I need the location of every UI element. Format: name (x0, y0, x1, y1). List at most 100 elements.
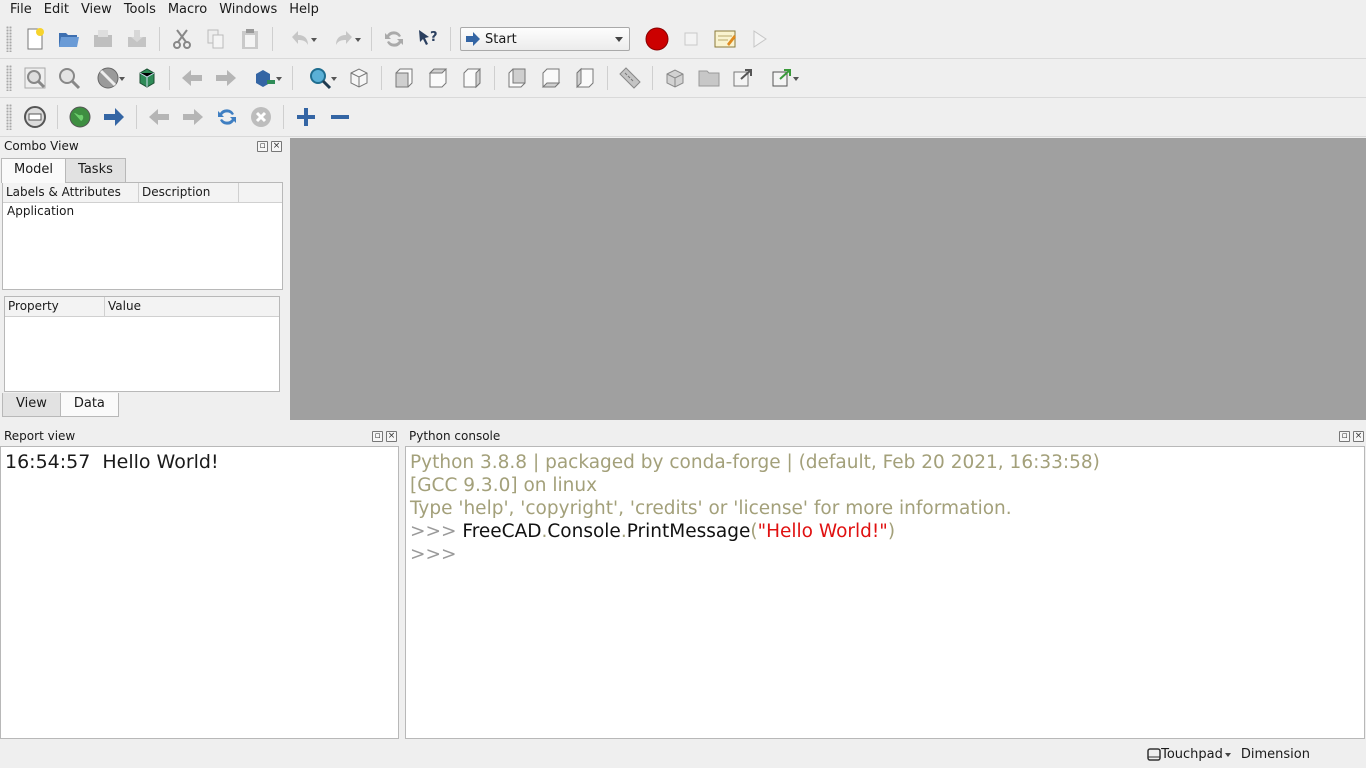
report-view-panel: Report view ▫ × 16:54:57 Hello World! (0, 428, 400, 739)
back-view-button[interactable] (177, 63, 207, 93)
close-icon[interactable]: × (271, 141, 282, 152)
fit-all-icon (24, 67, 46, 89)
web-stop-button[interactable] (246, 102, 276, 132)
draw-style-button[interactable] (88, 63, 128, 93)
bounding-box-button[interactable] (132, 63, 162, 93)
front-view-button[interactable] (389, 63, 419, 93)
units-label[interactable]: Dimension (1241, 747, 1310, 762)
toolbar-grip[interactable] (6, 104, 12, 130)
copy-button[interactable] (201, 24, 231, 54)
isometric-view-button[interactable] (344, 63, 374, 93)
save-as-button[interactable] (122, 24, 152, 54)
menu-windows[interactable]: Windows (213, 0, 283, 20)
dock-buttons: ▫ × (1339, 431, 1364, 442)
redo-button[interactable] (324, 24, 364, 54)
python-console-editor[interactable]: Python 3.8.8 | packaged by conda-forge |… (405, 446, 1365, 739)
toolbar-separator (494, 66, 495, 90)
close-icon[interactable]: × (386, 431, 397, 442)
web-forward-button[interactable] (178, 102, 208, 132)
float-icon[interactable]: ▫ (257, 141, 268, 152)
save-button[interactable] (88, 24, 118, 54)
tab-data[interactable]: Data (59, 393, 119, 417)
zoom-out-button[interactable] (325, 102, 355, 132)
console-banner-line: Python 3.8.8 | packaged by conda-forge |… (410, 452, 1100, 473)
toolbar-grip[interactable] (6, 65, 12, 91)
arrow-left-icon (182, 70, 202, 86)
fit-selection-button[interactable] (54, 63, 84, 93)
console-banner-line: Type 'help', 'copyright', 'credits' or '… (410, 498, 1012, 519)
menu-tools[interactable]: Tools (118, 0, 162, 20)
sync-view-button[interactable] (245, 63, 285, 93)
tree-column-description[interactable]: Description (139, 183, 239, 202)
new-document-button[interactable] (20, 24, 50, 54)
view-toolbar (0, 59, 1366, 98)
make-link-button[interactable] (728, 63, 758, 93)
left-view-button[interactable] (570, 63, 600, 93)
property-header: Property Value (5, 297, 279, 317)
mdi-area[interactable] (290, 138, 1366, 420)
tree-item-application[interactable]: Application (3, 203, 282, 219)
save-icon (94, 30, 112, 47)
right-view-button[interactable] (457, 63, 487, 93)
workbench-selector[interactable]: Start (460, 27, 630, 51)
web-refresh-button[interactable] (212, 102, 242, 132)
menu-macro[interactable]: Macro (162, 0, 213, 20)
bottom-view-button[interactable] (536, 63, 566, 93)
refresh-button[interactable] (379, 24, 409, 54)
macro-edit-button[interactable] (710, 24, 740, 54)
navigation-style-button[interactable]: Touchpad (1147, 747, 1231, 762)
folder-icon (698, 70, 720, 87)
copy-icon (207, 29, 224, 49)
toolbar-grip[interactable] (6, 26, 12, 52)
tab-view[interactable]: View (2, 393, 61, 417)
whats-this-button[interactable]: ? (413, 24, 443, 54)
menu-edit[interactable]: Edit (38, 0, 75, 20)
open-website-button[interactable] (65, 102, 95, 132)
menu-view[interactable]: View (75, 0, 118, 20)
undo-icon (292, 31, 308, 45)
measure-distance-button[interactable] (615, 63, 645, 93)
tab-model[interactable]: Model (1, 158, 67, 183)
link-actions-button[interactable] (762, 63, 802, 93)
rear-view-button[interactable] (502, 63, 532, 93)
macro-stop-button[interactable] (676, 24, 706, 54)
console-input-line[interactable]: >>> (410, 543, 1360, 566)
start-page-button[interactable] (20, 102, 50, 132)
report-message: Hello World! (102, 451, 219, 473)
part-icon (666, 69, 684, 88)
open-button[interactable] (54, 24, 84, 54)
forward-view-button[interactable] (211, 63, 241, 93)
report-output[interactable]: 16:54:57 Hello World! (0, 446, 399, 739)
macro-record-button[interactable] (642, 24, 672, 54)
toolbar-separator (381, 66, 382, 90)
paste-button[interactable] (235, 24, 265, 54)
zoom-button[interactable] (300, 63, 340, 93)
property-column-value[interactable]: Value (105, 297, 279, 316)
folder-open-icon (59, 33, 79, 47)
float-icon[interactable]: ▫ (1339, 431, 1350, 442)
minus-icon (331, 115, 349, 119)
float-icon[interactable]: ▫ (372, 431, 383, 442)
web-back-button[interactable] (144, 102, 174, 132)
create-part-button[interactable] (660, 63, 690, 93)
zoom-in-button[interactable] (291, 102, 321, 132)
console-banner-line: [GCC 9.3.0] on linux (410, 475, 598, 496)
arrow-right-icon (466, 32, 480, 46)
arrow-right-icon (104, 108, 124, 126)
tree-column-labels[interactable]: Labels & Attributes (3, 183, 139, 202)
menu-help[interactable]: Help (283, 0, 325, 20)
fit-all-button[interactable] (20, 63, 50, 93)
undo-button[interactable] (280, 24, 320, 54)
redo-icon (336, 31, 352, 45)
property-column-property[interactable]: Property (5, 297, 105, 316)
cut-button[interactable] (167, 24, 197, 54)
tree-header: Labels & Attributes Description (3, 183, 282, 203)
close-icon[interactable]: × (1353, 431, 1364, 442)
create-group-button[interactable] (694, 63, 724, 93)
tab-tasks[interactable]: Tasks (65, 158, 126, 182)
top-view-button[interactable] (423, 63, 453, 93)
stop-icon (684, 32, 698, 46)
set-url-button[interactable] (99, 102, 129, 132)
macro-execute-button[interactable] (744, 24, 774, 54)
menu-file[interactable]: File (4, 0, 38, 20)
